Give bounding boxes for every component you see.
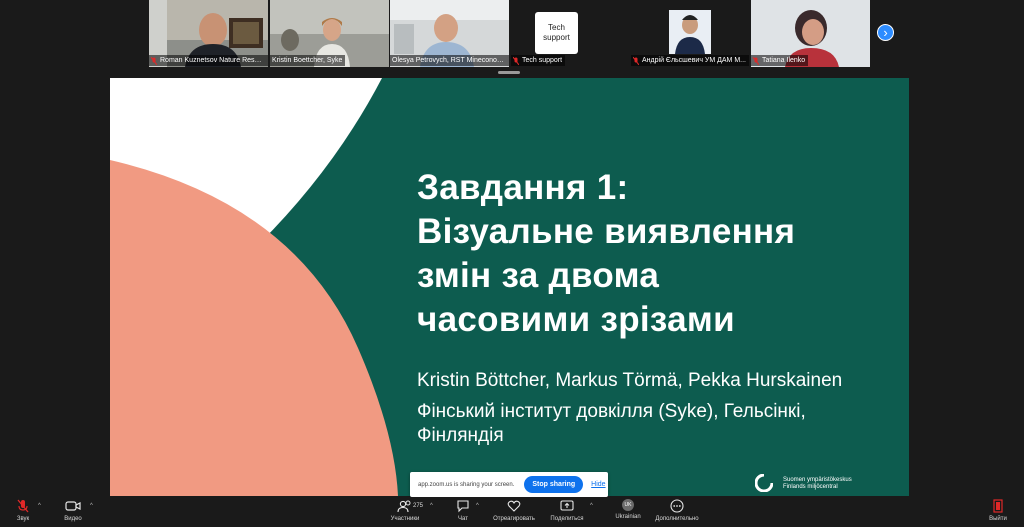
video-button[interactable]: Видео [60, 499, 86, 525]
participant-name-bar: Tatiana Ilenko [751, 55, 809, 66]
participant-tile[interactable]: Roman Kuznetsov Nature Reser... [149, 0, 268, 67]
participant-name-bar: Tech support [511, 55, 566, 66]
slide-title: Завдання 1: Візуальне виявлення змін за … [417, 166, 897, 342]
audio-label: Звук [16, 516, 30, 522]
participant-tile[interactable]: Tatiana Ilenko [751, 0, 870, 67]
participant-name: Андрій Єльсшевич УМ ДАМ М... [642, 57, 746, 64]
slide-title-line: часовими зрізами [417, 300, 735, 339]
slide-affiliation-line: Фінляндія [417, 425, 504, 446]
slide-affiliation-line: Фінський інститут довкілля (Syke), Гельс… [417, 401, 806, 422]
participants-label: Участники [390, 516, 420, 522]
hide-banner-link[interactable]: Hide [591, 481, 605, 488]
more-label: Дополнительно [655, 516, 699, 522]
logo-text-sv: Finlands miljöcentral [783, 484, 838, 490]
participant-name: Tatiana Ilenko [762, 57, 806, 64]
participant-tile[interactable]: Андрій Єльсшевич УМ ДАМ М... [631, 0, 750, 67]
syke-logo: Suomen ympäristökeskus Finlands miljöcen… [753, 472, 903, 496]
participants-count: 275 [413, 503, 424, 509]
muted-mic-icon [753, 56, 759, 65]
muted-mic-icon [17, 499, 29, 513]
chat-icon [457, 500, 469, 513]
slide-title-line: Візуальне виявлення [417, 212, 796, 251]
meeting-toolbar: Звук ^ Видео ^ Участники 275 ^ Чат ^ Отр… [0, 497, 1024, 527]
next-page-button[interactable]: › [877, 24, 894, 41]
participant-name-bar: Olesya Petrovych, RST Mineconomy... [390, 55, 509, 66]
audio-options-chevron-icon[interactable]: ^ [38, 503, 41, 509]
video-options-chevron-icon[interactable]: ^ [90, 503, 93, 509]
participant-name: Roman Kuznetsov Nature Reser... [160, 57, 265, 64]
stop-sharing-button[interactable]: Stop sharing [524, 476, 584, 493]
chat-label: Чат [458, 516, 468, 522]
participant-strip: Roman Kuznetsov Nature Reser... Kristin … [0, 0, 1024, 70]
participant-name: Kristin Boettcher, Syke [272, 57, 343, 64]
muted-mic-icon [633, 56, 639, 65]
share-label: Поделиться [550, 516, 584, 522]
chat-button[interactable]: Чат [451, 499, 475, 525]
slide-authors: Kristin Böttcher, Markus Törmä, Pekka Hu… [417, 370, 843, 391]
leave-meeting-button[interactable]: Выйти [986, 499, 1010, 525]
participant-tile[interactable]: Tech support Tech support [511, 0, 630, 67]
participant-name-bar: Андрій Єльсшевич УМ ДАМ М... [631, 55, 749, 66]
slide-title-line: Завдання 1: [417, 168, 629, 207]
slide-title-line: змін за двома [417, 256, 660, 295]
slide-affiliation: Фінський інститут довкілля (Syke), Гельс… [417, 400, 877, 448]
share-options-chevron-icon[interactable]: ^ [590, 503, 593, 509]
participant-avatar-card: Tech support [535, 12, 578, 54]
sharing-message: app.zoom.us is sharing your screen. [418, 481, 515, 488]
share-screen-icon [560, 500, 574, 511]
participants-options-chevron-icon[interactable]: ^ [430, 503, 433, 509]
language-globe-icon: UK [622, 499, 634, 511]
syke-logo-icon [755, 474, 773, 492]
react-button[interactable]: Отреагировать [491, 499, 537, 525]
participant-tile-active-speaker[interactable]: Olesya Petrovych, RST Mineconomy... [390, 0, 509, 67]
muted-mic-icon [151, 56, 157, 65]
participant-name: Tech support [522, 57, 563, 64]
audio-button[interactable]: Звук [10, 499, 36, 525]
strip-resize-handle[interactable] [498, 71, 520, 74]
participant-name-bar: Kristin Boettcher, Syke [270, 55, 346, 66]
react-label: Отреагировать [493, 516, 535, 522]
leave-door-icon [993, 499, 1003, 513]
video-camera-icon [65, 501, 81, 511]
muted-mic-icon [513, 56, 519, 65]
more-button[interactable]: Дополнительно [652, 499, 702, 525]
leave-label: Выйти [989, 516, 1007, 522]
participant-name-bar: Roman Kuznetsov Nature Reser... [149, 55, 268, 66]
logo-text-fi: Suomen ympäristökeskus [783, 477, 852, 483]
chat-options-chevron-icon[interactable]: ^ [476, 503, 479, 509]
language-label: Ukrainian [615, 514, 641, 520]
heart-icon [507, 500, 521, 512]
participant-name: Olesya Petrovych, RST Mineconomy... [392, 57, 506, 64]
interpretation-button[interactable]: UK Ukrainian [611, 499, 645, 525]
participants-icon [397, 500, 411, 513]
video-label: Видео [64, 516, 82, 522]
share-screen-button[interactable]: Поделиться [547, 499, 587, 525]
more-options-icon [670, 499, 684, 513]
shared-slide: Завдання 1: Візуальне виявлення змін за … [110, 78, 909, 496]
participant-tile[interactable]: Kristin Boettcher, Syke [270, 0, 389, 67]
screen-sharing-banner: app.zoom.us is sharing your screen. Stop… [410, 472, 608, 497]
